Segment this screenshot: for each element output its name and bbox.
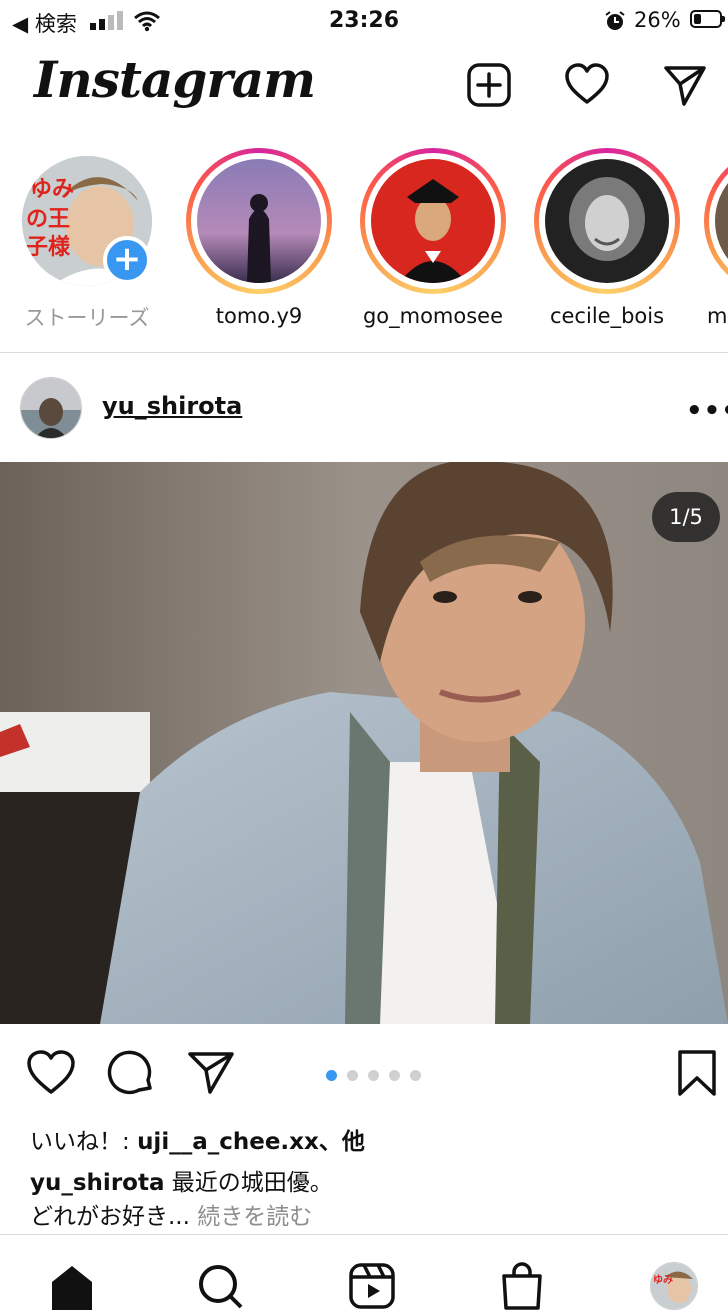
add-story-button[interactable]: + (103, 236, 151, 284)
home-icon[interactable] (48, 1262, 96, 1310)
story-tomo[interactable]: tomo.y9 (184, 148, 334, 328)
carousel-dot (410, 1070, 421, 1081)
svg-text:の王: の王 (26, 207, 70, 232)
alarm-icon (605, 11, 625, 30)
story-name: cecile_bois (549, 304, 665, 328)
post-author-username[interactable]: yu_shirota (102, 392, 242, 420)
likes-user[interactable]: uji__a_chee.xx (137, 1129, 319, 1155)
svg-text:ゆみ: ゆみ (30, 177, 74, 202)
likes-line[interactable]: いいね！: uji__a_chee.xx、他 (30, 1122, 365, 1156)
reels-icon[interactable] (348, 1262, 396, 1310)
battery-percent: 26% (634, 8, 681, 32)
instagram-logo[interactable]: Instagram (34, 50, 316, 109)
caption-text: 最近の城田優。 (164, 1170, 333, 1196)
story-cecile[interactable]: cecile_bois (532, 148, 682, 328)
story-name: go_momosee (362, 304, 504, 328)
likes-prefix: いいね！: (30, 1129, 138, 1155)
bookmark-icon[interactable] (672, 1048, 722, 1098)
post-options-button[interactable]: ••• (686, 396, 728, 426)
image-counter: 1/5 (652, 492, 720, 542)
comment-icon[interactable] (106, 1048, 156, 1098)
shop-icon[interactable] (498, 1262, 546, 1310)
new-post-icon[interactable] (466, 62, 512, 108)
post-caption: yu_shirota 最近の城田優。 どれがお好き... 続きを読む (30, 1166, 710, 1234)
likes-suffix[interactable]: 、他 (319, 1129, 365, 1155)
story-avatar (197, 159, 321, 283)
story-partial[interactable]: m (704, 148, 728, 328)
search-icon[interactable] (196, 1262, 244, 1310)
story-avatar (545, 159, 669, 283)
post-author-avatar[interactable] (20, 377, 82, 439)
svg-text:ゆみ: ゆみ (653, 1274, 673, 1286)
battery-icon (690, 10, 725, 28)
post-image[interactable] (0, 462, 728, 1024)
carousel-dot (389, 1070, 400, 1081)
heart-icon[interactable] (564, 62, 610, 108)
svg-text:子様: 子様 (26, 234, 71, 260)
story-name: m (707, 304, 728, 328)
divider (0, 352, 728, 353)
like-heart-icon[interactable] (26, 1048, 76, 1098)
caption-username[interactable]: yu_shirota (30, 1170, 164, 1196)
carousel-dot (368, 1070, 379, 1081)
direct-message-icon[interactable] (662, 62, 708, 108)
profile-tab-avatar[interactable]: ゆみ (650, 1262, 698, 1310)
carousel-indicator (326, 1066, 431, 1085)
status-bar: ◀ 検索 23:26 26% (0, 0, 728, 44)
story-go-momosee[interactable]: go_momosee (358, 148, 508, 328)
story-name: tomo.y9 (215, 304, 303, 328)
share-icon[interactable] (186, 1048, 236, 1098)
caption-text-line2: どれがお好き... (30, 1204, 198, 1230)
carousel-dot (347, 1070, 358, 1081)
story-avatar (371, 159, 495, 283)
story-name: ストーリーズ (24, 306, 150, 330)
read-more-link[interactable]: 続きを読む (197, 1204, 312, 1230)
carousel-dot-active (326, 1070, 337, 1081)
